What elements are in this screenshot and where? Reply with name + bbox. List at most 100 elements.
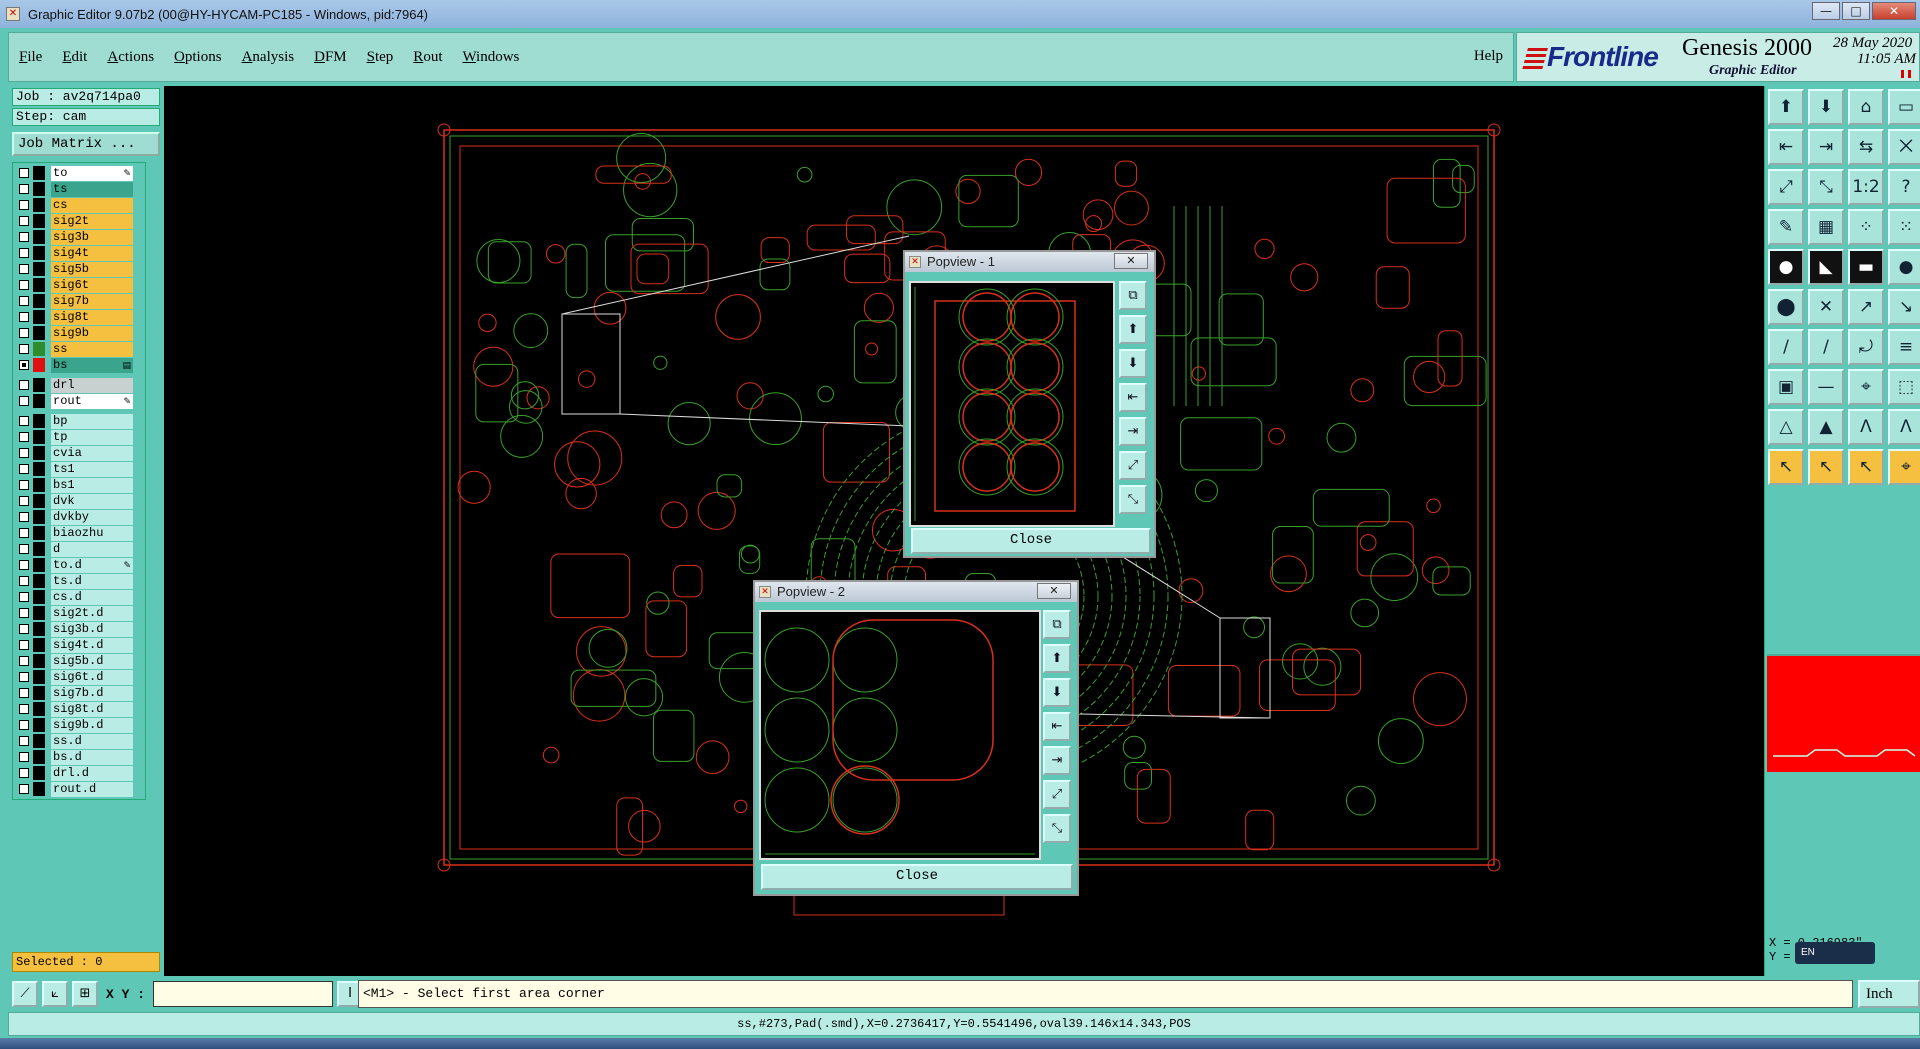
- home-icon[interactable]: ⌂: [1848, 89, 1884, 125]
- layer-name[interactable]: ts.d: [51, 573, 133, 589]
- layer-row-dvk[interactable]: dvk: [15, 493, 143, 509]
- popview-2-tool-0-button[interactable]: ⧉: [1043, 610, 1071, 639]
- layer-visibility-checkbox[interactable]: [19, 432, 29, 442]
- layer-name[interactable]: sig4t.d: [51, 637, 133, 653]
- layer-row-sig5b-d[interactable]: sig5b.d: [15, 653, 143, 669]
- layer-name[interactable]: sig2t: [51, 213, 133, 229]
- layer-display-swatch[interactable]: [33, 766, 45, 780]
- popview-1-tool-3-button[interactable]: ⇤: [1119, 383, 1147, 412]
- layer-row-ts1[interactable]: ts1: [15, 461, 143, 477]
- layer-name[interactable]: cs: [51, 197, 133, 213]
- layer-display-swatch[interactable]: [33, 478, 45, 492]
- layer-row-sig6t-d[interactable]: sig6t.d: [15, 669, 143, 685]
- layer-display-swatch[interactable]: [33, 734, 45, 748]
- layer-display-swatch[interactable]: [33, 182, 45, 196]
- arch-blue-icon[interactable]: Ʌ: [1888, 409, 1920, 445]
- layer-row-bs[interactable]: bs ▤: [15, 357, 143, 373]
- layer-display-swatch[interactable]: [33, 198, 45, 212]
- layer-name[interactable]: sig7b.d: [51, 685, 133, 701]
- zoom-fit-icon[interactable]: ⤢: [1768, 169, 1804, 205]
- popview-2-close-x-button[interactable]: ✕: [1037, 583, 1071, 599]
- layer-display-swatch[interactable]: [33, 446, 45, 460]
- layer-visibility-checkbox[interactable]: [19, 184, 29, 194]
- layer-name[interactable]: sig8t.d: [51, 701, 133, 717]
- dot-icon[interactable]: ●: [1888, 249, 1920, 285]
- menu-options[interactable]: Options: [164, 49, 232, 66]
- layer-name[interactable]: sig5b.d: [51, 653, 133, 669]
- layer-display-swatch[interactable]: [33, 378, 45, 392]
- layer-visibility-checkbox[interactable]: [19, 344, 29, 354]
- layer-visibility-checkbox[interactable]: [19, 396, 29, 406]
- popview-1-view[interactable]: [909, 281, 1115, 527]
- board-preview[interactable]: [1767, 654, 1920, 772]
- close-button[interactable]: ✕: [1872, 2, 1916, 20]
- layer-name[interactable]: sig2t.d: [51, 605, 133, 621]
- layer-row-cvia[interactable]: cvia: [15, 445, 143, 461]
- measure-mode-button[interactable]: ⟀: [42, 981, 68, 1007]
- layer-display-swatch[interactable]: [33, 262, 45, 276]
- layer-display-swatch[interactable]: [33, 358, 45, 372]
- layer-row-bs-d[interactable]: bs.d: [15, 749, 143, 765]
- delete-icon[interactable]: ✕: [1808, 289, 1844, 325]
- layer-display-swatch[interactable]: [33, 230, 45, 244]
- layer-name[interactable]: bs.d: [51, 749, 133, 765]
- layer-visibility-checkbox[interactable]: [19, 528, 29, 538]
- layer-display-swatch[interactable]: [33, 654, 45, 668]
- layer-visibility-checkbox[interactable]: [19, 448, 29, 458]
- layer-display-swatch[interactable]: [33, 526, 45, 540]
- layer-name[interactable]: sig6t: [51, 277, 133, 293]
- popview-2-tool-2-button[interactable]: ⬇: [1043, 678, 1071, 707]
- layer-row-to[interactable]: to ✎: [15, 165, 143, 181]
- layer-name[interactable]: d: [51, 541, 133, 557]
- pan-right-icon[interactable]: ⇥: [1808, 129, 1844, 165]
- layer-visibility-checkbox[interactable]: [19, 496, 29, 506]
- layer-row-drl[interactable]: drl: [15, 377, 143, 393]
- layer-visibility-checkbox[interactable]: [19, 704, 29, 714]
- layer-display-swatch[interactable]: [33, 622, 45, 636]
- layer-visibility-checkbox[interactable]: [19, 720, 29, 730]
- layer-visibility-checkbox[interactable]: [19, 168, 29, 178]
- layer-name[interactable]: to.d ✎: [51, 557, 133, 573]
- layer-visibility-checkbox[interactable]: [19, 640, 29, 650]
- layer-visibility-checkbox[interactable]: [19, 560, 29, 570]
- swap-icon[interactable]: ⇆: [1848, 129, 1884, 165]
- window-icon[interactable]: ▭: [1888, 89, 1920, 125]
- layer-visibility-checkbox[interactable]: [19, 416, 29, 426]
- pad-icon[interactable]: ●: [1768, 249, 1804, 285]
- layer-display-swatch[interactable]: [33, 606, 45, 620]
- layer-row-rout-d[interactable]: rout.d: [15, 781, 143, 797]
- ime-indicator[interactable]: EN: [1795, 942, 1875, 964]
- move-up-icon[interactable]: ⬆: [1768, 89, 1804, 125]
- layer-display-swatch[interactable]: [33, 462, 45, 476]
- layer-row-ss[interactable]: ss: [15, 341, 143, 357]
- measure-icon[interactable]: ⌖: [1888, 449, 1920, 485]
- layer-name[interactable]: ts: [51, 181, 133, 197]
- popview-1-close-button[interactable]: Close: [911, 528, 1151, 554]
- popview-2-close-button[interactable]: Close: [761, 864, 1073, 890]
- layer-display-swatch[interactable]: [33, 294, 45, 308]
- layer-name[interactable]: dvkby: [51, 509, 133, 525]
- layer-name[interactable]: dvk: [51, 493, 133, 509]
- layer-visibility-checkbox[interactable]: [19, 672, 29, 682]
- layer-row-rout[interactable]: rout ✎: [15, 393, 143, 409]
- layer-row-sig2t[interactable]: sig2t: [15, 213, 143, 229]
- layer-visibility-checkbox[interactable]: [19, 312, 29, 322]
- slash-blue-icon[interactable]: ∕: [1808, 329, 1844, 365]
- popview-2-tool-6-button[interactable]: ⤡: [1043, 814, 1071, 843]
- layer-row-sig4t[interactable]: sig4t: [15, 245, 143, 261]
- shape-icon[interactable]: ⬚: [1888, 369, 1920, 405]
- popview-2-tool-4-button[interactable]: ⇥: [1043, 746, 1071, 775]
- menu-analysis[interactable]: Analysis: [232, 49, 305, 66]
- layer-name[interactable]: bp: [51, 413, 133, 429]
- popview-2-tool-3-button[interactable]: ⇤: [1043, 712, 1071, 741]
- layer-name[interactable]: bs ▤: [51, 357, 133, 373]
- layer-visibility-checkbox[interactable]: [19, 248, 29, 258]
- layer-visibility-checkbox[interactable]: [19, 752, 29, 762]
- arrow-red-icon[interactable]: ↘: [1888, 289, 1920, 325]
- layer-visibility-checkbox[interactable]: [19, 592, 29, 602]
- layer-row-biaozhu[interactable]: biaozhu: [15, 525, 143, 541]
- layer-row-drl-d[interactable]: drl.d: [15, 765, 143, 781]
- layer-row-bp[interactable]: bp: [15, 413, 143, 429]
- slash-icon[interactable]: ∕: [1768, 329, 1804, 365]
- triangle-icon[interactable]: △: [1768, 409, 1804, 445]
